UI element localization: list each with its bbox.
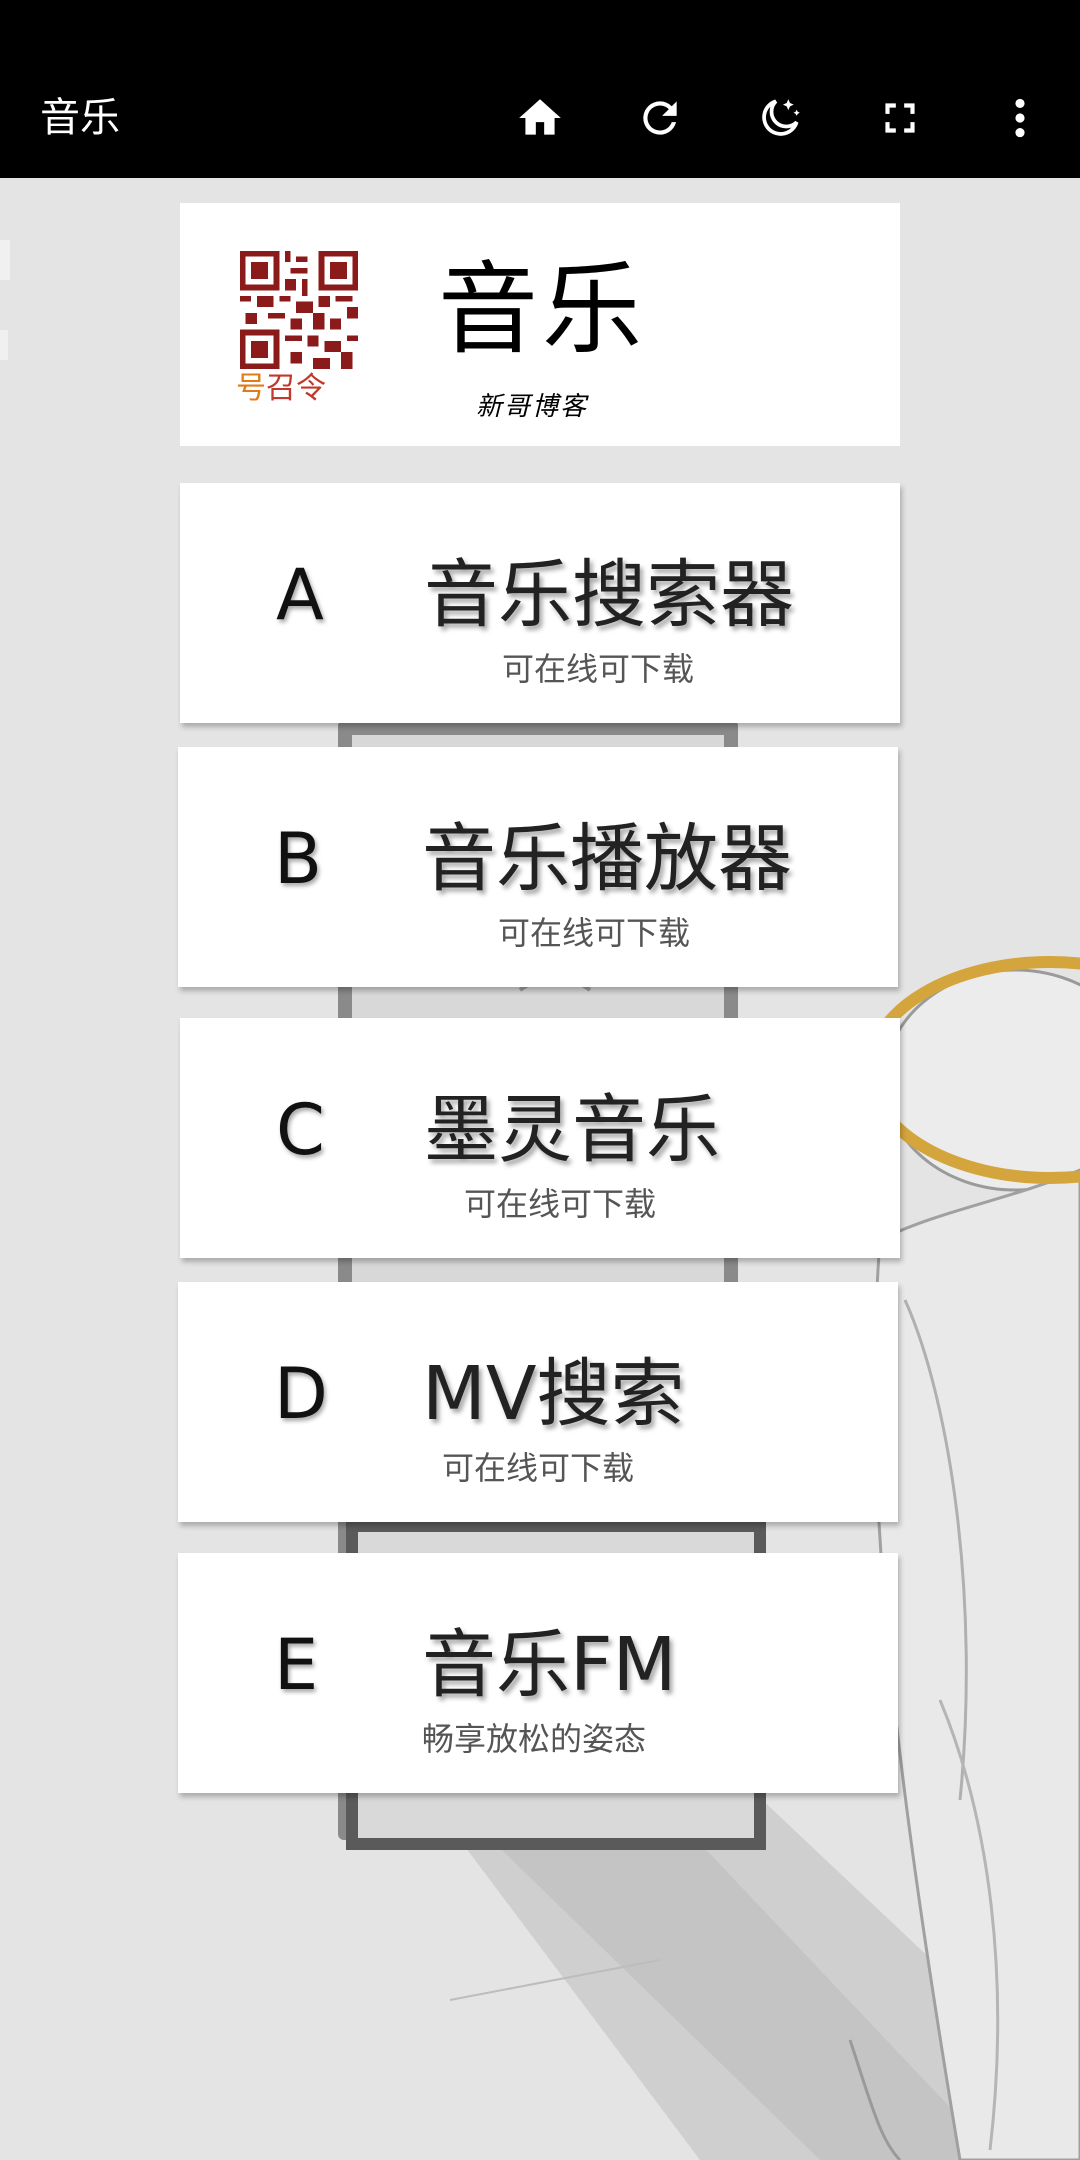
menu-item-music-player[interactable]: B 音乐播放器 可在线可下载 bbox=[178, 747, 898, 987]
menu-item-moling-music[interactable]: C 墨灵音乐 可在线可下载 bbox=[180, 1018, 900, 1258]
home-icon bbox=[519, 99, 561, 135]
menu-item-subtitle: 可在线可下载 bbox=[464, 1185, 657, 1223]
night-mode-icon bbox=[762, 99, 800, 136]
qr-caption-mark: 号 bbox=[236, 371, 266, 406]
menu-item-title: 墨灵音乐 bbox=[424, 1087, 720, 1173]
toolbar-title: 音乐 bbox=[40, 95, 120, 141]
menu-item-letter: C bbox=[276, 1089, 325, 1171]
header-card: 号召令 音乐 新哥博客 bbox=[180, 203, 900, 446]
menu-item-letter: D bbox=[274, 1353, 328, 1435]
qr-caption-text: 召令 bbox=[266, 371, 326, 406]
menu-item-title: MV搜索 bbox=[422, 1351, 685, 1437]
top-toolbar: 音乐 bbox=[0, 58, 1080, 178]
menu-item-music-search[interactable]: A 音乐搜索器 可在线可下载 bbox=[180, 483, 900, 723]
header-title: 音乐 bbox=[438, 251, 646, 368]
menu-item-subtitle: 畅享放松的姿态 bbox=[422, 1720, 647, 1758]
fullscreen-button[interactable] bbox=[850, 58, 950, 178]
menu-item-title: 音乐搜索器 bbox=[424, 552, 794, 638]
night-mode-button[interactable] bbox=[730, 58, 830, 178]
refresh-button[interactable] bbox=[610, 58, 710, 178]
menu-item-music-fm[interactable]: E 音乐FM 畅享放松的姿态 bbox=[178, 1553, 898, 1793]
more-options-button[interactable] bbox=[970, 58, 1070, 178]
qr-code-image bbox=[240, 251, 358, 369]
menu-item-title: 音乐播放器 bbox=[422, 816, 792, 902]
menu-item-subtitle: 可在线可下载 bbox=[498, 914, 691, 952]
fullscreen-icon bbox=[885, 103, 915, 133]
menu-item-title: 音乐FM bbox=[422, 1622, 677, 1708]
home-button[interactable] bbox=[490, 58, 590, 178]
status-bar bbox=[0, 0, 1080, 58]
menu-item-letter: A bbox=[276, 554, 324, 636]
menu-item-subtitle: 可在线可下载 bbox=[502, 650, 695, 688]
more-vert-icon bbox=[1015, 98, 1025, 138]
header-subtitle: 新哥博客 bbox=[476, 392, 589, 422]
menu-item-subtitle: 可在线可下载 bbox=[442, 1449, 635, 1487]
qr-block: 号召令 bbox=[236, 251, 358, 406]
menu-item-letter: B bbox=[274, 818, 323, 900]
menu-item-mv-search[interactable]: D MV搜索 可在线可下载 bbox=[178, 1282, 898, 1522]
qr-caption: 号召令 bbox=[236, 363, 366, 407]
menu-item-letter: E bbox=[274, 1624, 319, 1706]
refresh-icon bbox=[643, 101, 677, 135]
